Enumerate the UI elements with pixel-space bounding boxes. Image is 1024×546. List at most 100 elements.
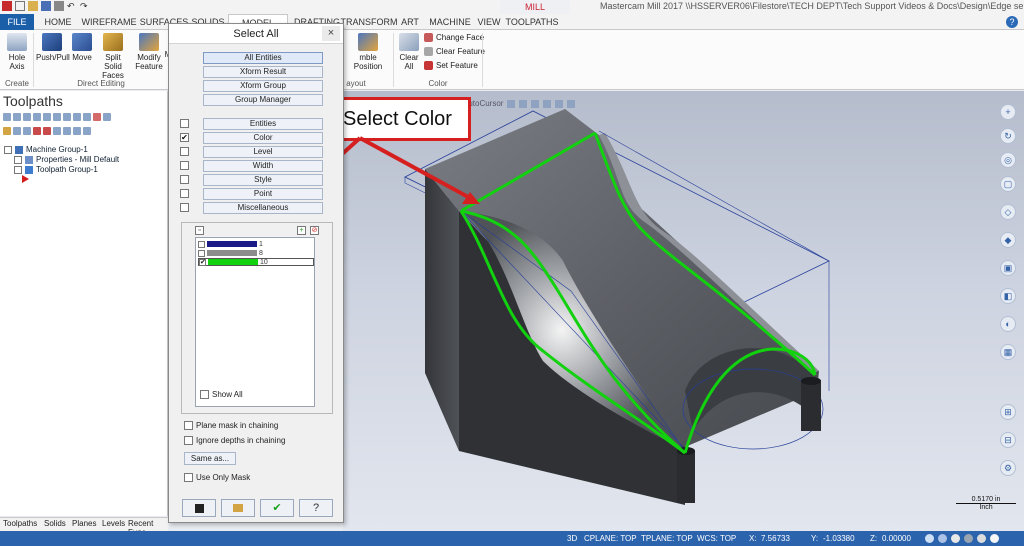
plane-mask-checkbox[interactable]: Plane mask in chaining — [184, 421, 278, 430]
point-checkbox[interactable] — [180, 189, 189, 198]
width-filter-button[interactable]: Width — [203, 160, 323, 172]
view-rotate-icon[interactable]: ↻ — [1000, 128, 1016, 144]
undo-icon[interactable]: ↶ — [67, 1, 77, 11]
tree-toolpath-group[interactable]: Toolpath Group-1 — [14, 165, 98, 174]
change-face-button[interactable]: Change Face — [424, 33, 484, 42]
color-picker-icon[interactable]: ▫ — [195, 226, 204, 235]
expand-icon[interactable] — [14, 165, 22, 174]
view-cplane-icon[interactable]: ⊞ — [1000, 404, 1016, 420]
view-add-icon[interactable]: + — [1000, 104, 1016, 120]
status-z-value[interactable]: 0.00000 — [882, 534, 911, 543]
ok-button[interactable]: ✔ — [260, 499, 294, 517]
move-down-icon[interactable] — [33, 127, 41, 135]
toggle-display-icon[interactable] — [13, 127, 21, 135]
view-isometric-icon[interactable]: ◇ — [1000, 204, 1016, 220]
save-icon[interactable] — [41, 1, 51, 11]
dialog-close-button[interactable]: × — [322, 26, 340, 41]
view-wire-icon[interactable]: ▦ — [1000, 344, 1016, 360]
tab-art[interactable]: ART — [398, 14, 422, 30]
tab-wireframe[interactable]: WIREFRAME — [80, 14, 138, 30]
help-icon[interactable]: ? — [1006, 16, 1018, 28]
tab-toolpaths[interactable]: TOOLPATHS — [504, 14, 560, 30]
modify-feature-button[interactable]: Modify Feature — [134, 33, 164, 71]
wireframe-mode-icon[interactable] — [938, 534, 947, 543]
entities-filter-button[interactable]: Entities — [203, 118, 323, 130]
tab-view[interactable]: VIEW — [476, 14, 502, 30]
view-shade-icon[interactable]: ◐ — [1000, 316, 1016, 332]
hidden-mode-icon[interactable] — [964, 534, 973, 543]
tree-properties[interactable]: Properties - Mill Default — [14, 155, 119, 164]
status-wcs[interactable]: WCS: TOP — [697, 534, 736, 543]
view-tplane-icon[interactable]: ⊟ — [1000, 432, 1016, 448]
lock-icon[interactable] — [3, 127, 11, 135]
open-file-icon[interactable] — [28, 1, 38, 11]
color-row-checkbox[interactable] — [198, 240, 205, 248]
show-all-box[interactable] — [200, 390, 209, 399]
scroll-icon[interactable] — [63, 127, 71, 135]
insert-arrow-marker-icon[interactable] — [22, 175, 29, 183]
move-up-icon[interactable] — [43, 127, 51, 135]
post-icon[interactable] — [73, 113, 81, 121]
color-checkbox[interactable]: ✔ — [180, 133, 189, 142]
help-ops-icon[interactable] — [103, 113, 111, 121]
view-right-icon[interactable]: ◧ — [1000, 288, 1016, 304]
color-row[interactable]: 1 — [198, 240, 314, 248]
shaded-mode-icon[interactable] — [951, 534, 960, 543]
hole-axis-button[interactable]: Hole Axis — [4, 33, 30, 71]
ignore-depths-box[interactable] — [184, 436, 193, 445]
help-button[interactable]: ? — [299, 499, 333, 517]
color-row[interactable]: 8 — [198, 249, 314, 257]
clear-feature-button[interactable]: Clear Feature — [424, 47, 485, 56]
view-fit-icon[interactable]: ▢ — [1000, 176, 1016, 192]
bottom-tab-levels[interactable]: Levels — [102, 519, 125, 528]
bottom-tab-toolpaths[interactable]: Toolpaths — [3, 519, 37, 528]
expand-icon[interactable] — [4, 145, 12, 154]
expand-icon[interactable] — [14, 155, 22, 164]
remove-color-icon[interactable]: ⊘ — [310, 226, 319, 235]
xform-group-button[interactable]: Xform Group — [203, 80, 323, 92]
status-3d-toggle[interactable]: 3D — [567, 534, 577, 543]
clear-all-button[interactable]: Clear All — [398, 33, 420, 71]
split-solid-faces-button[interactable]: Split Solid Faces — [96, 33, 130, 80]
tree-machine-group[interactable]: Machine Group-1 — [4, 145, 88, 154]
color-row-checkbox[interactable]: ✔ — [199, 258, 206, 266]
width-checkbox[interactable] — [180, 161, 189, 170]
style-filter-button[interactable]: Style — [203, 174, 323, 186]
globe-icon[interactable] — [925, 534, 934, 543]
mill-context-tab[interactable]: MILL — [500, 0, 570, 14]
bottom-tab-solids[interactable]: Solids — [44, 519, 66, 528]
ignore-depths-checkbox[interactable]: Ignore depths in chaining — [184, 436, 285, 445]
print-icon[interactable] — [54, 1, 64, 11]
view-front-icon[interactable]: ▣ — [1000, 260, 1016, 276]
highfeed-icon[interactable] — [83, 113, 91, 121]
translucency-icon[interactable] — [990, 534, 999, 543]
miscellaneous-checkbox[interactable] — [180, 203, 189, 212]
plane-mask-box[interactable] — [184, 421, 193, 430]
level-checkbox[interactable] — [180, 147, 189, 156]
tab-home[interactable]: HOME — [38, 14, 78, 30]
move-button[interactable]: Move — [70, 33, 94, 62]
toggle-posting-icon[interactable] — [23, 127, 31, 135]
group-manager-button[interactable]: Group Manager — [203, 94, 323, 106]
style-checkbox[interactable] — [180, 175, 189, 184]
select-all-ops-icon[interactable] — [3, 113, 11, 121]
same-as-button[interactable]: Same as... — [184, 452, 236, 465]
simulate-icon[interactable] — [63, 113, 71, 121]
insert-arrow-icon[interactable] — [53, 127, 61, 135]
add-color-icon[interactable]: + — [297, 226, 306, 235]
verify-icon[interactable] — [53, 113, 61, 121]
bottom-tab-planes[interactable]: Planes — [72, 519, 96, 528]
status-tplane[interactable]: TPLANE: TOP — [641, 534, 693, 543]
all-entities-button[interactable]: All Entities — [203, 52, 323, 64]
save-settings-button[interactable] — [182, 499, 216, 517]
xform-result-button[interactable]: Xform Result — [203, 66, 323, 78]
view-settings-icon[interactable]: ⚙ — [1000, 460, 1016, 476]
outline-mode-icon[interactable] — [977, 534, 986, 543]
load-settings-button[interactable] — [221, 499, 255, 517]
graphics-viewport[interactable]: AutoCursor — [343, 91, 1024, 531]
regenerate-icon[interactable] — [23, 113, 31, 121]
color-filter-button[interactable]: Color — [203, 132, 323, 144]
point-filter-button[interactable]: Point — [203, 188, 323, 200]
redo-icon[interactable]: ↷ — [80, 1, 90, 11]
delete-ops-icon[interactable] — [93, 113, 101, 121]
